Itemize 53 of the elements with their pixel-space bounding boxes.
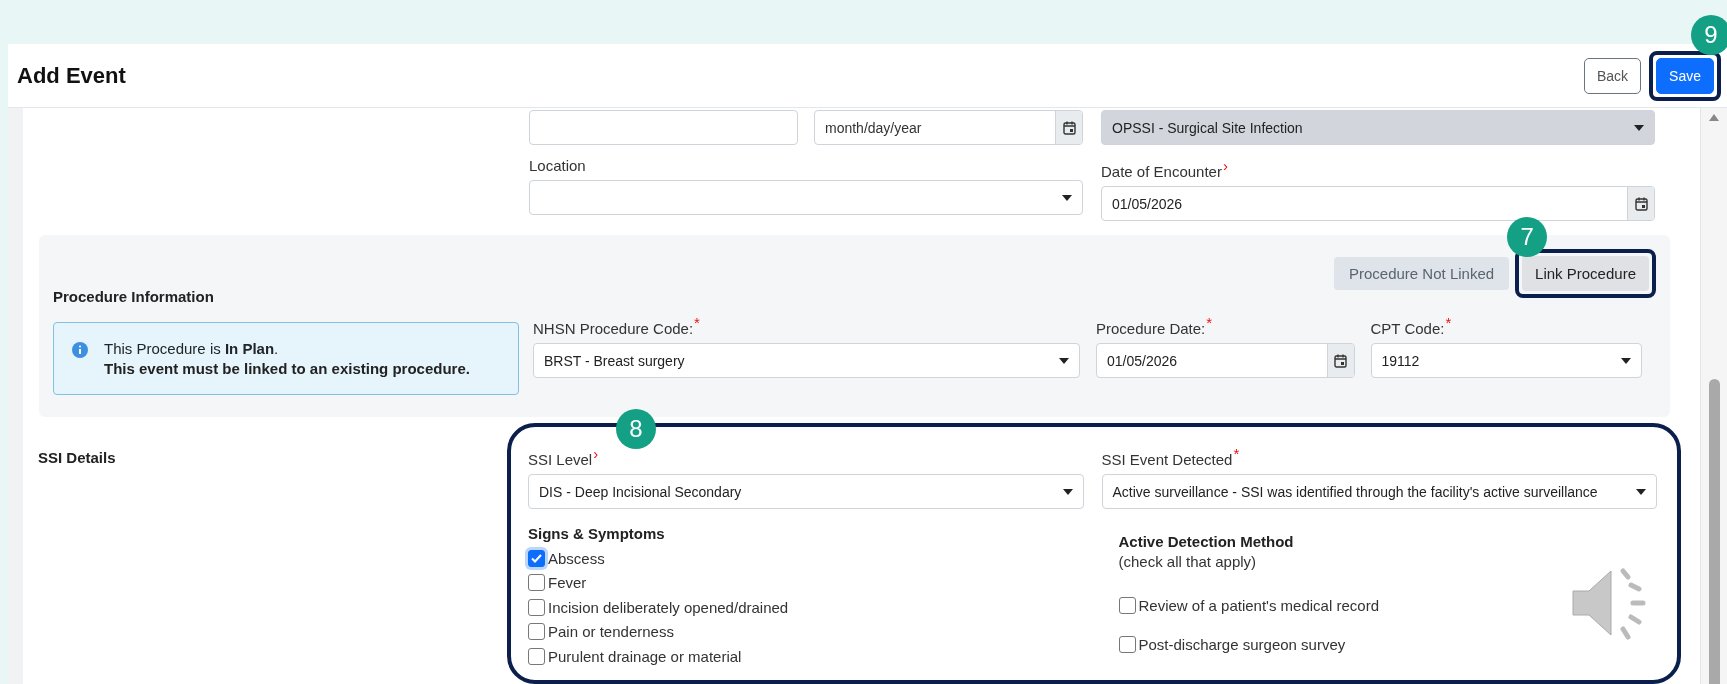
section-title: Procedure Information (53, 288, 214, 305)
checkmark-icon (531, 553, 542, 563)
scrollbar-thumb[interactable] (1708, 379, 1720, 684)
date-field[interactable]: month/day/year (814, 110, 1083, 145)
checkbox-label: Review of a patient's medical record (1138, 597, 1379, 614)
scrollbar[interactable] (1700, 108, 1727, 684)
checkbox-label: Purulent drainage or material (548, 647, 742, 665)
group-title: Active Detection Method (1118, 533, 1295, 550)
checkbox[interactable] (1118, 597, 1136, 614)
checkbox[interactable] (528, 623, 545, 641)
checkbox-label: Pain or tenderness (548, 623, 674, 641)
notice-text: This Procedure is In Plan. (104, 340, 280, 357)
select-field[interactable] (529, 180, 1083, 215)
caret-icon (1059, 357, 1069, 364)
caret-icon (1621, 357, 1631, 364)
callout-badge: 8 (616, 409, 656, 449)
checkbox-label: Post-discharge surgeon survey (1138, 636, 1346, 653)
select-field[interactable]: 19112 (1370, 343, 1642, 378)
calendar-icon (1334, 353, 1347, 368)
save-button[interactable]: Save (1656, 57, 1714, 94)
select-field[interactable]: BRST - Breast surgery (533, 343, 1080, 378)
calendar-icon (1062, 120, 1076, 135)
text-field[interactable] (529, 110, 798, 145)
page-title: Add Event (17, 62, 126, 89)
select-field[interactable]: Active surveillance - SSI was identified through the facility's active surveillance (1101, 474, 1657, 509)
field-label: Location (529, 157, 587, 174)
caret-icon (1636, 488, 1646, 495)
callout-badge: 9 (1691, 14, 1727, 55)
caret-icon (1062, 194, 1072, 201)
checkbox[interactable] (528, 549, 545, 567)
caret-icon (1634, 124, 1644, 131)
date-field[interactable]: 01/05/2026 (1096, 343, 1355, 378)
date-field[interactable]: 01/05/2026 (1101, 186, 1655, 221)
info-icon (72, 342, 88, 358)
checkbox[interactable] (528, 598, 545, 616)
scroll-up-arrow-icon[interactable] (1709, 114, 1719, 121)
checkbox[interactable] (528, 647, 545, 665)
link-procedure-button[interactable]: Link Procedure (1522, 256, 1649, 291)
checkbox-label: Incision deliberately opened/drained (548, 598, 789, 616)
caret-icon (1062, 488, 1073, 495)
notice-text: This event must be linked to an existing procedure. (104, 360, 470, 377)
checkbox[interactable] (528, 574, 545, 592)
back-button[interactable]: Back (1583, 57, 1642, 94)
section-title: SSI Details (38, 449, 116, 466)
checkbox[interactable] (1118, 636, 1136, 653)
group-title: Signs & Symptoms (528, 525, 666, 542)
status-pill: Procedure Not Linked (1334, 257, 1510, 290)
select-field[interactable]: DIS - Deep Incisional Secondary (528, 474, 1084, 509)
calendar-icon (1634, 196, 1648, 211)
hint-text: (check all that apply) (1118, 553, 1258, 570)
checkbox-label: Fever (548, 574, 587, 592)
checkbox-label: Abscess (548, 549, 605, 567)
callout-badge: 7 (1507, 217, 1548, 257)
